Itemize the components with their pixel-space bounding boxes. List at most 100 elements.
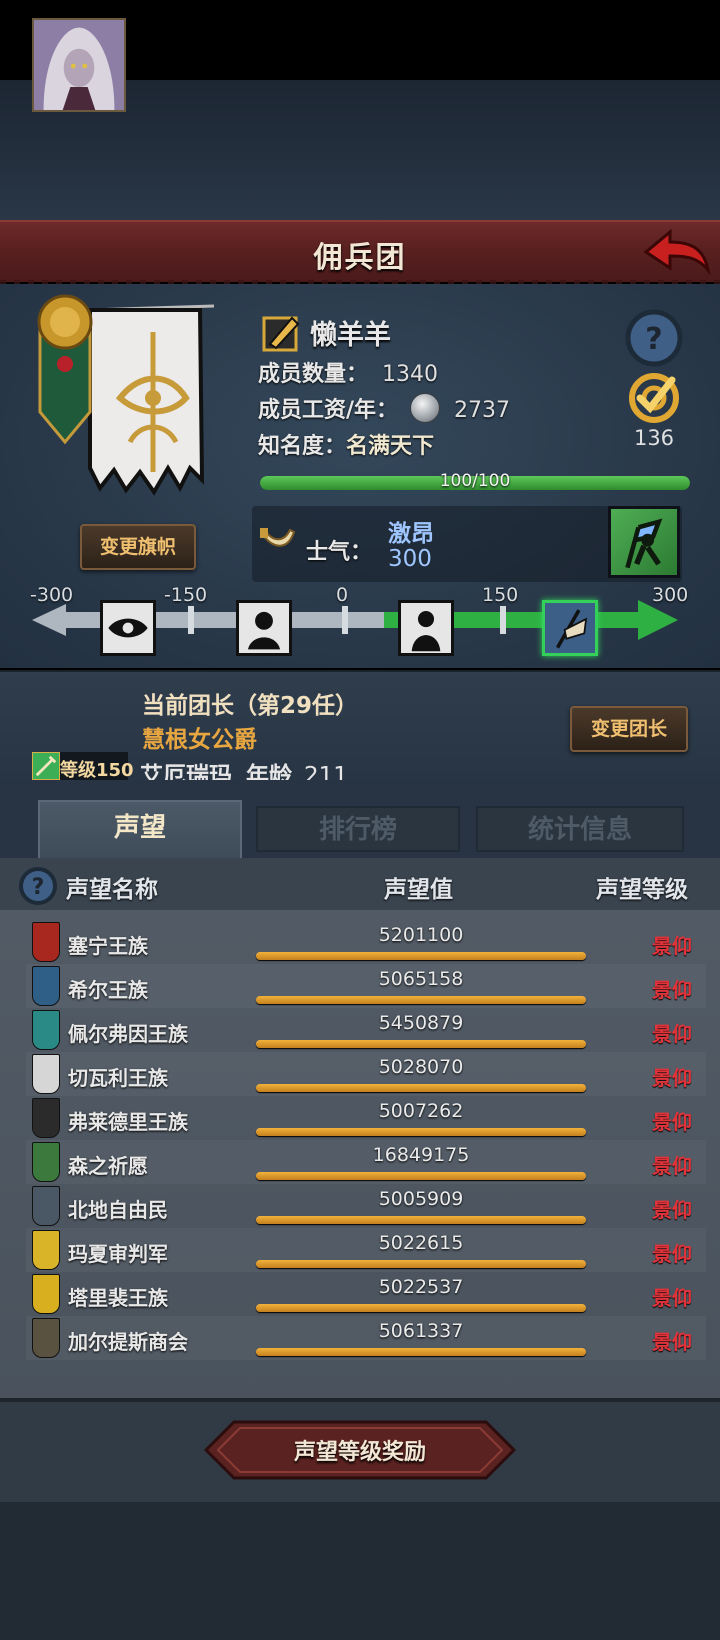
reputation-bar <box>256 996 586 1004</box>
reputation-bar <box>256 1172 586 1180</box>
reputation-level: 景仰 <box>652 1330 692 1354</box>
table-row[interactable]: 森之祈愿 16849175 景仰 <box>26 1140 706 1184</box>
faction-name: 加尔提斯商会 <box>68 1330 188 1354</box>
morale-excited-icon[interactable] <box>542 600 598 656</box>
reputation-value: 5061337 <box>378 1320 464 1342</box>
reputation-level: 景仰 <box>652 978 692 1002</box>
faction-emblem-icon <box>32 1318 60 1358</box>
back-arrow-icon[interactable] <box>642 228 712 278</box>
column-header-level: 声望等级 <box>596 877 688 903</box>
faction-emblem-icon <box>32 1098 60 1138</box>
faction-name: 弗莱德里王族 <box>68 1110 188 1134</box>
morale-calm-icon[interactable] <box>398 600 454 656</box>
table-row[interactable]: 弗莱德里王族 5007262 景仰 <box>26 1096 706 1140</box>
reputation-value: 5201100 <box>378 924 464 946</box>
scale-tick <box>500 606 506 634</box>
faction-emblem-icon <box>32 1054 60 1094</box>
leader-honorific: 慧根女公爵 <box>142 727 257 753</box>
reputation-bar <box>256 1040 586 1048</box>
table-row[interactable]: 北地自由民 5005909 景仰 <box>26 1184 706 1228</box>
guild-name-row: 懒羊羊 <box>262 312 391 352</box>
scale-left-arrow-icon <box>32 604 66 636</box>
faction-name: 希尔王族 <box>68 978 148 1002</box>
table-row[interactable]: 佩尔弗因王族 5450879 景仰 <box>26 1008 706 1052</box>
reputation-value: 5005909 <box>378 1188 464 1210</box>
faction-emblem-icon <box>32 1230 60 1270</box>
reputation-bar <box>256 1084 586 1092</box>
leader-portrait-avatar[interactable] <box>32 18 126 112</box>
scale-tick <box>188 606 194 634</box>
leader-level: 等级150 <box>60 760 134 781</box>
wage-stat: 成员工资/年： 2737 <box>258 392 510 424</box>
scale-label-300: 300 <box>652 584 689 606</box>
table-row[interactable]: 塞宁王族 5201100 景仰 <box>26 920 706 964</box>
tab-statistics[interactable]: 统计信息 <box>476 806 684 852</box>
faction-emblem-icon <box>32 1186 60 1226</box>
sword-class-icon <box>32 752 60 780</box>
column-header-name: 声望名称 <box>66 877 158 903</box>
scale-label-150: 150 <box>482 584 519 606</box>
scale-tick <box>342 606 348 634</box>
faction-emblem-icon <box>32 1142 60 1182</box>
reputation-value: 5022537 <box>378 1276 464 1298</box>
reputation-value: 5007262 <box>378 1100 464 1122</box>
faction-emblem-icon <box>32 922 60 962</box>
reputation-value: 16849175 <box>372 1144 470 1166</box>
members-stat: 成员数量： 1340 <box>258 356 438 388</box>
reputation-value: 5028070 <box>378 1056 464 1078</box>
target-achievement-icon[interactable] <box>622 368 686 428</box>
charge-banner-icon[interactable] <box>608 506 680 578</box>
scale-label-neg300: -300 <box>30 584 74 606</box>
tab-reputation[interactable]: 声望 <box>38 800 242 858</box>
reputation-bar <box>256 1260 586 1268</box>
reputation-level: 景仰 <box>652 1286 692 1310</box>
target-count: 136 <box>633 426 675 450</box>
faction-name: 北地自由民 <box>68 1198 168 1222</box>
reputation-level: 景仰 <box>652 1022 692 1046</box>
fame-progress-text: 100/100 <box>439 471 511 491</box>
morale-despair-icon[interactable] <box>100 600 156 656</box>
table-row[interactable]: 加尔提斯商会 5061337 景仰 <box>26 1316 706 1360</box>
svg-text:?: ? <box>645 322 662 357</box>
tab-ranking[interactable]: 排行榜 <box>256 806 460 852</box>
reputation-bar <box>256 1216 586 1224</box>
reputation-table: ? 声望名称 声望值 声望等级 塞宁王族 5201100 景仰 希尔王族 5065158… <box>0 858 720 1398</box>
faction-name: 佩尔弗因王族 <box>68 1022 188 1046</box>
faction-emblem-icon <box>32 966 60 1006</box>
guild-panel: 变更旗帜 懒羊羊 ? 成员数量： 1340 成员工资/年： 2737 知名度：名满天… <box>0 284 720 668</box>
reputation-value: 5450879 <box>378 1012 464 1034</box>
table-header: ? 声望名称 声望值 声望等级 <box>0 858 720 910</box>
change-leader-button[interactable]: 变更团长 <box>570 706 688 752</box>
change-flag-button[interactable]: 变更旗帜 <box>80 524 196 570</box>
reputation-bar <box>256 952 586 960</box>
morale-state: 激昂 <box>388 521 434 547</box>
scale-label-0: 0 <box>336 584 349 606</box>
bottom-area <box>0 1502 720 1640</box>
morale-scale: -300 -150 0 150 300 <box>30 584 690 656</box>
reputation-bar <box>256 1128 586 1136</box>
guild-banner-icon <box>37 294 215 496</box>
reputation-bar <box>256 1304 586 1312</box>
reputation-level: 景仰 <box>652 934 692 958</box>
title-bar: 佣兵团 <box>0 220 720 290</box>
table-row[interactable]: 玛夏审判军 5022615 景仰 <box>26 1228 706 1272</box>
fame-label: 知名度： <box>258 434 347 459</box>
scale-label-neg150: -150 <box>164 584 208 606</box>
reputation-bar <box>256 1348 586 1356</box>
reputation-level: 景仰 <box>652 1066 692 1090</box>
reputation-level: 景仰 <box>652 1198 692 1222</box>
help-icon[interactable]: ? <box>624 308 684 368</box>
column-header-value: 声望值 <box>384 877 453 903</box>
scale-right-arrow-icon <box>638 600 678 640</box>
table-row[interactable]: 塔里裴王族 5022537 景仰 <box>26 1272 706 1316</box>
morale-fear-icon[interactable] <box>236 600 292 656</box>
table-row[interactable]: 希尔王族 5065158 景仰 <box>26 964 706 1008</box>
table-row[interactable]: 切瓦利王族 5028070 景仰 <box>26 1052 706 1096</box>
guild-name: 懒羊羊 <box>310 319 391 351</box>
wage-label: 成员工资/年： <box>258 398 399 423</box>
faction-emblem-icon <box>32 1010 60 1050</box>
edit-name-icon[interactable] <box>262 312 302 352</box>
help-icon[interactable]: ? <box>18 866 58 906</box>
leader-title: 当前团长（第29任） <box>142 693 359 719</box>
members-label: 成员数量： <box>258 362 369 387</box>
